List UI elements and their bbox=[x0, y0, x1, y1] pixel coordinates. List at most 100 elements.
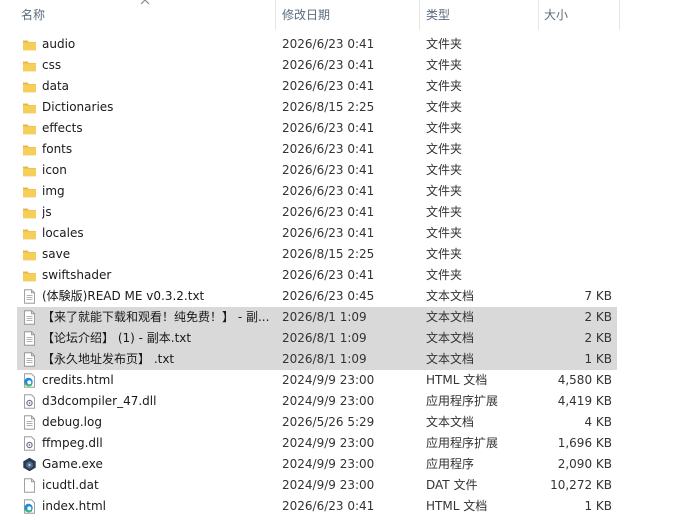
file-size bbox=[537, 202, 612, 223]
file-row[interactable]: swiftshader 2026/6/23 0:41 文件夹 bbox=[17, 265, 617, 286]
file-type: 文件夹 bbox=[426, 142, 463, 156]
file-type: 文件夹 bbox=[426, 226, 463, 240]
text-file-icon bbox=[22, 415, 37, 430]
file-size bbox=[537, 76, 612, 97]
file-size bbox=[537, 223, 612, 244]
file-type: 文件夹 bbox=[426, 79, 463, 93]
file-name: 【来了就能下载和观看！纯免费！】 - 副... bbox=[42, 310, 270, 324]
folder-icon bbox=[22, 58, 37, 73]
file-row[interactable]: Dictionaries 2026/8/15 2:25 文件夹 bbox=[17, 97, 617, 118]
file-size: 4,419 KB bbox=[557, 394, 612, 408]
file-type: 文件夹 bbox=[426, 184, 463, 198]
file-date: 2024/9/9 23:00 bbox=[282, 457, 375, 471]
file-date: 2026/6/23 0:41 bbox=[282, 79, 375, 93]
dll-file-icon bbox=[22, 394, 37, 409]
file-row[interactable]: Game.exe 2024/9/9 23:00 应用程序 2,090 KB bbox=[17, 454, 617, 475]
file-row[interactable]: 【永久地址发布页】 .txt 2026/8/1 1:09 文本文档 1 KB bbox=[17, 349, 617, 370]
file-date: 2026/8/15 2:25 bbox=[282, 100, 375, 114]
file-date: 2026/6/23 0:41 bbox=[282, 268, 375, 282]
file-size: 2,090 KB bbox=[557, 457, 612, 471]
file-date: 2026/6/23 0:41 bbox=[282, 499, 375, 513]
file-row[interactable]: data 2026/6/23 0:41 文件夹 bbox=[17, 76, 617, 97]
column-divider[interactable] bbox=[619, 0, 620, 30]
file-size bbox=[537, 97, 612, 118]
file-date: 2024/9/9 23:00 bbox=[282, 478, 375, 492]
file-name: fonts bbox=[42, 142, 73, 156]
file-date: 2026/6/23 0:41 bbox=[282, 226, 375, 240]
file-row[interactable]: effects 2026/6/23 0:41 文件夹 bbox=[17, 118, 617, 139]
column-header-type[interactable]: 类型 bbox=[426, 0, 536, 30]
file-size bbox=[537, 160, 612, 181]
file-row[interactable]: credits.html 2024/9/9 23:00 HTML 文档 4,580 K… bbox=[17, 370, 617, 391]
file-row[interactable]: 【论坛介绍】 (1) - 副本.txt 2026/8/1 1:09 文本文档 2 KB bbox=[17, 328, 617, 349]
file-row[interactable]: fonts 2026/6/23 0:41 文件夹 bbox=[17, 139, 617, 160]
file-row[interactable]: (体験版)READ ME v0.3.2.txt 2026/6/23 0:45 文本文… bbox=[17, 286, 617, 307]
file-row[interactable]: audio 2026/6/23 0:41 文件夹 bbox=[17, 34, 617, 55]
folder-icon bbox=[22, 37, 37, 52]
folder-icon bbox=[22, 163, 37, 178]
file-name: data bbox=[42, 79, 70, 93]
file-name: Game.exe bbox=[42, 457, 103, 471]
file-type: DAT 文件 bbox=[426, 478, 478, 492]
file-name: img bbox=[42, 184, 65, 198]
text-file-icon bbox=[22, 331, 37, 346]
column-divider[interactable] bbox=[538, 0, 539, 30]
file-date: 2026/6/23 0:41 bbox=[282, 163, 375, 177]
file-date: 2024/9/9 23:00 bbox=[282, 436, 375, 450]
file-date: 2026/6/23 0:41 bbox=[282, 184, 375, 198]
file-type: 应用程序扩展 bbox=[426, 436, 499, 450]
file-name: effects bbox=[42, 121, 83, 135]
file-size bbox=[537, 244, 612, 265]
file-date: 2026/6/23 0:41 bbox=[282, 205, 375, 219]
file-date: 2026/6/23 0:41 bbox=[282, 121, 375, 135]
column-divider[interactable] bbox=[275, 0, 276, 30]
file-row[interactable]: 【来了就能下载和观看！纯免费！】 - 副... 2026/8/1 1:09 文本文档… bbox=[17, 307, 617, 328]
file-name: icudtl.dat bbox=[42, 478, 99, 492]
folder-icon bbox=[22, 121, 37, 136]
file-row[interactable]: icudtl.dat 2024/9/9 23:00 DAT 文件 10,272 KB bbox=[17, 475, 617, 496]
file-row[interactable]: css 2026/6/23 0:41 文件夹 bbox=[17, 55, 617, 76]
file-date: 2026/8/1 1:09 bbox=[282, 352, 367, 366]
file-date: 2026/8/1 1:09 bbox=[282, 310, 367, 324]
folder-icon bbox=[22, 79, 37, 94]
file-name: audio bbox=[42, 37, 76, 51]
file-name: 【永久地址发布页】 .txt bbox=[42, 352, 175, 366]
file-date: 2026/8/1 1:09 bbox=[282, 331, 367, 345]
folder-icon bbox=[22, 205, 37, 220]
file-type: 文件夹 bbox=[426, 100, 463, 114]
file-row[interactable]: locales 2026/6/23 0:41 文件夹 bbox=[17, 223, 617, 244]
file-name: locales bbox=[42, 226, 84, 240]
file-row[interactable]: img 2026/6/23 0:41 文件夹 bbox=[17, 181, 617, 202]
file-name: swiftshader bbox=[42, 268, 112, 282]
folder-icon bbox=[22, 268, 37, 283]
file-type: 文件夹 bbox=[426, 121, 463, 135]
file-size: 4,580 KB bbox=[557, 373, 612, 387]
column-divider[interactable] bbox=[419, 0, 420, 30]
file-name: index.html bbox=[42, 499, 106, 513]
folder-icon bbox=[22, 226, 37, 241]
file-size: 4 KB bbox=[584, 415, 612, 429]
column-header-bar: 名称 修改日期 类型 大小 bbox=[0, 0, 673, 30]
folder-icon bbox=[22, 100, 37, 115]
file-row[interactable]: index.html 2026/6/23 0:41 HTML 文档 1 KB bbox=[17, 496, 617, 517]
file-date: 2024/9/9 23:00 bbox=[282, 373, 375, 387]
file-type: 文件夹 bbox=[426, 247, 463, 261]
file-row[interactable]: save 2026/8/15 2:25 文件夹 bbox=[17, 244, 617, 265]
column-header-date[interactable]: 修改日期 bbox=[282, 0, 417, 30]
file-row[interactable]: js 2026/6/23 0:41 文件夹 bbox=[17, 202, 617, 223]
file-row[interactable]: icon 2026/6/23 0:41 文件夹 bbox=[17, 160, 617, 181]
file-name: icon bbox=[42, 163, 67, 177]
file-row[interactable]: debug.log 2026/5/26 5:29 文本文档 4 KB bbox=[17, 412, 617, 433]
file-row[interactable]: d3dcompiler_47.dll 2024/9/9 23:00 应用程序扩展 4,… bbox=[17, 391, 617, 412]
column-header-size[interactable]: 大小 bbox=[544, 0, 614, 30]
file-size: 2 KB bbox=[584, 331, 612, 345]
file-type: HTML 文档 bbox=[426, 373, 488, 387]
file-name: (体験版)READ ME v0.3.2.txt bbox=[42, 289, 205, 303]
file-row[interactable]: ffmpeg.dll 2024/9/9 23:00 应用程序扩展 1,696 KB bbox=[17, 433, 617, 454]
file-type: 文件夹 bbox=[426, 205, 463, 219]
text-file-icon bbox=[22, 289, 37, 304]
column-header-name[interactable]: 名称 bbox=[21, 0, 271, 30]
text-file-icon bbox=[22, 310, 37, 325]
edge-html-icon bbox=[22, 499, 37, 514]
file-size: 1,696 KB bbox=[557, 436, 612, 450]
